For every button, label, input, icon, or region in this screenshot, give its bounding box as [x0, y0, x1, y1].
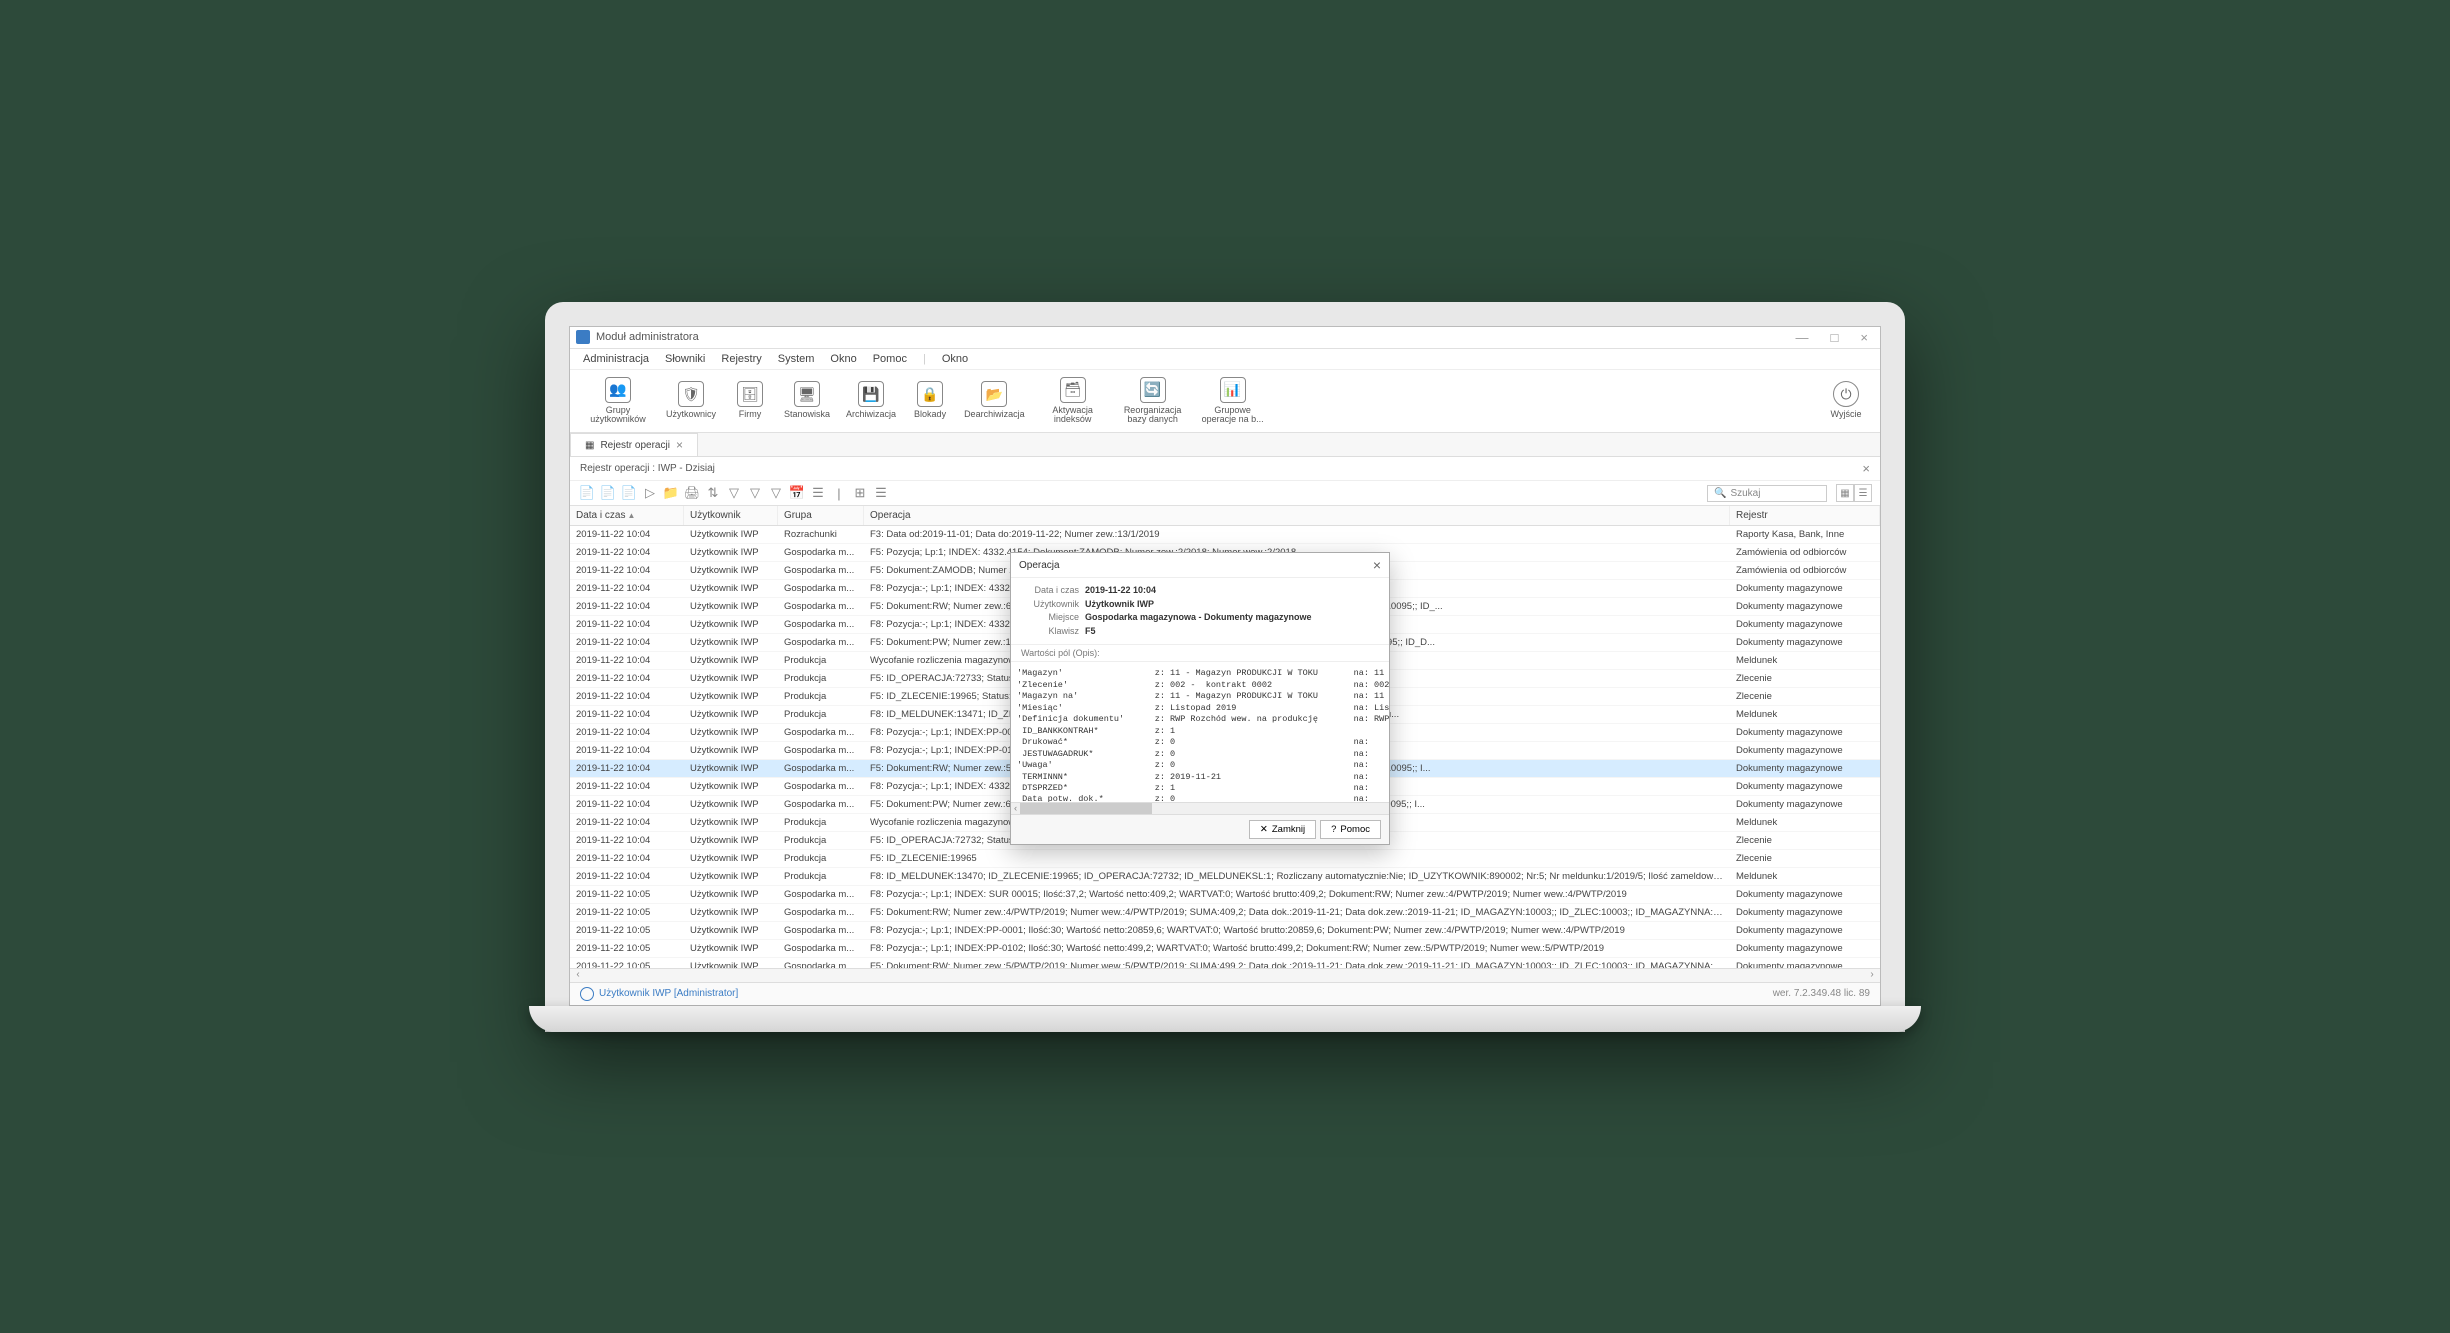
- view-grid-icon[interactable]: ▦: [1836, 484, 1854, 502]
- user-icon: [580, 987, 594, 1001]
- app-icon: [576, 330, 590, 344]
- search-input[interactable]: 🔍 Szukaj: [1707, 485, 1827, 502]
- calendar-icon[interactable]: 📅: [788, 484, 806, 502]
- toolbar-blokady[interactable]: 🔒Blokady: [904, 378, 956, 423]
- table-row[interactable]: 2019-11-22 10:05Użytkownik IWPGospodarka…: [570, 940, 1880, 958]
- page-icon[interactable]: 📄: [620, 484, 638, 502]
- firmy-icon: 🗄: [737, 381, 763, 407]
- tab-strip: ▦ Rejestr operacji ×: [570, 433, 1880, 457]
- search-icon: 🔍: [1714, 488, 1726, 499]
- table-row[interactable]: 2019-11-22 10:05Użytkownik IWPGospodarka…: [570, 886, 1880, 904]
- popup-help-button[interactable]: ?Pomoc: [1320, 820, 1381, 839]
- menu-słowniki[interactable]: Słowniki: [658, 351, 712, 367]
- tab-close-icon[interactable]: ×: [676, 438, 683, 452]
- power-icon: ⏻: [1833, 381, 1859, 407]
- popup-scrollbar[interactable]: ‹: [1011, 802, 1389, 814]
- popup-close-icon[interactable]: ×: [1373, 557, 1381, 573]
- stanowiska-icon: 🖥: [794, 381, 820, 407]
- new-icon[interactable]: 📄: [578, 484, 596, 502]
- laptop-base: [529, 1006, 1921, 1032]
- statusbar: Użytkownik IWP [Administrator] wer. 7.2.…: [570, 982, 1880, 1005]
- popup-title: Operacja: [1019, 560, 1060, 571]
- table-row[interactable]: 2019-11-22 10:05Użytkownik IWPGospodarka…: [570, 904, 1880, 922]
- menu-rejestry[interactable]: Rejestry: [714, 351, 768, 367]
- app-window: Moduł administratora — □ × Administracja…: [569, 326, 1881, 1006]
- blokady-icon: 🔒: [917, 381, 943, 407]
- toolbar-grupowe-operacje-na-b-[interactable]: 📊Grupowe operacje na b...: [1193, 374, 1273, 429]
- col-operation[interactable]: Operacja: [864, 506, 1730, 525]
- menubar: AdministracjaSłownikiRejestrySystemOknoP…: [570, 349, 1880, 370]
- table-row[interactable]: 2019-11-22 10:05Użytkownik IWPGospodarka…: [570, 958, 1880, 967]
- grid-header: Data i czas▲ Użytkownik Grupa Operacja R…: [570, 506, 1880, 526]
- stack-icon[interactable]: ☰: [809, 484, 827, 502]
- filter-icon[interactable]: ▽: [725, 484, 743, 502]
- search-placeholder: Szukaj: [1730, 488, 1760, 499]
- table-icon[interactable]: ⊞: [851, 484, 869, 502]
- toolbar-u-ytkownicy[interactable]: 🛡Użytkownicy: [658, 378, 724, 423]
- horizontal-scrollbar[interactable]: ‹›: [570, 968, 1880, 982]
- u-ytkownicy-icon: 🛡: [678, 381, 704, 407]
- data-grid: Data i czas▲ Użytkownik Grupa Operacja R…: [570, 506, 1880, 967]
- breadcrumb-close-icon[interactable]: ×: [1862, 461, 1870, 476]
- popup-subtitle: Wartości pól (Opis):: [1011, 644, 1389, 662]
- folder-icon[interactable]: 📁: [662, 484, 680, 502]
- list-icon[interactable]: ☰: [872, 484, 890, 502]
- window-title: Moduł administratora: [596, 331, 1790, 343]
- aktywacja-indeks-w-icon: 🗃: [1060, 377, 1086, 403]
- menu-system[interactable]: System: [771, 351, 822, 367]
- exit-button[interactable]: ⏻ Wyjście: [1820, 378, 1872, 423]
- grid-icon: ▦: [585, 440, 594, 451]
- breadcrumb-text: Rejestr operacji : IWP - Dzisiaj: [580, 463, 715, 474]
- popup-close-button[interactable]: ✕Zamknij: [1249, 820, 1316, 839]
- menu-administracja[interactable]: Administracja: [576, 351, 656, 367]
- grupy-u-ytkownik-w-icon: 👥: [605, 377, 631, 403]
- col-datetime[interactable]: Data i czas▲: [570, 506, 684, 525]
- close-button[interactable]: ×: [1854, 330, 1874, 345]
- filter-clear-icon[interactable]: ▽: [767, 484, 785, 502]
- toolbar-stanowiska[interactable]: 🖥Stanowiska: [776, 378, 838, 423]
- maximize-button[interactable]: □: [1825, 330, 1845, 345]
- view-list-icon[interactable]: ☰: [1854, 484, 1872, 502]
- tab-rejestr-operacji[interactable]: ▦ Rejestr operacji ×: [570, 433, 698, 456]
- tab-label: Rejestr operacji: [600, 440, 669, 451]
- separator-icon: |: [830, 484, 848, 502]
- dearchiwizacja-icon: 📂: [981, 381, 1007, 407]
- toolbar-reorganizacja-bazy-danych[interactable]: 🔄Reorganizacja bazy danych: [1113, 374, 1193, 429]
- status-version: wer. 7.2.349.48 lic. 89: [1773, 988, 1870, 999]
- toolbar-archiwizacja[interactable]: 💾Archiwizacja: [838, 378, 904, 423]
- print-icon[interactable]: 🖨: [683, 484, 701, 502]
- laptop-frame: Moduł administratora — □ × Administracja…: [545, 302, 1905, 1032]
- sort-icon[interactable]: ⇅: [704, 484, 722, 502]
- toolbar-firmy[interactable]: 🗄Firmy: [724, 378, 776, 423]
- help-icon: ?: [1331, 824, 1336, 835]
- archiwizacja-icon: 💾: [858, 381, 884, 407]
- col-user[interactable]: Użytkownik: [684, 506, 778, 525]
- toolbar-aktywacja-indeks-w[interactable]: 🗃Aktywacja indeksów: [1033, 374, 1113, 429]
- menu-okno[interactable]: Okno: [823, 351, 863, 367]
- col-group[interactable]: Grupa: [778, 506, 864, 525]
- minimize-button[interactable]: —: [1790, 330, 1815, 345]
- main-toolbar: 👥Grupy użytkowników🛡Użytkownicy🗄Firmy🖥St…: [570, 370, 1880, 434]
- close-icon: ✕: [1260, 824, 1268, 835]
- table-row[interactable]: 2019-11-22 10:04Użytkownik IWPRozrachunk…: [570, 526, 1880, 544]
- table-row[interactable]: 2019-11-22 10:04Użytkownik IWPProdukcjaF…: [570, 850, 1880, 868]
- menu-pomoc[interactable]: Pomoc: [866, 351, 914, 367]
- breadcrumb: Rejestr operacji : IWP - Dzisiaj ×: [570, 457, 1880, 481]
- filter2-icon[interactable]: ▽: [746, 484, 764, 502]
- reorganizacja-bazy-danych-icon: 🔄: [1140, 377, 1166, 403]
- col-register[interactable]: Rejestr: [1730, 506, 1880, 525]
- table-row[interactable]: 2019-11-22 10:05Użytkownik IWPGospodarka…: [570, 922, 1880, 940]
- toolbar-dearchiwizacja[interactable]: 📂Dearchiwizacja: [956, 378, 1033, 423]
- titlebar: Moduł administratora — □ ×: [570, 327, 1880, 349]
- copy-icon[interactable]: 📄: [599, 484, 617, 502]
- action-toolbar: 📄 📄 📄 ▷ 📁 🖨 ⇅ ▽ ▽ ▽ 📅 ☰ | ⊞ ☰ 🔍 Szukaj ▦…: [570, 481, 1880, 506]
- popup-content: 'Magazyn' z: 11 - Magazyn PRODUKCJI W TO…: [1011, 662, 1389, 802]
- operation-popup: Operacja × Data i czas2019-11-22 10:04 U…: [1010, 552, 1390, 845]
- status-user: Użytkownik IWP [Administrator]: [599, 988, 738, 999]
- play-icon[interactable]: ▷: [641, 484, 659, 502]
- toolbar-grupy-u-ytkownik-w[interactable]: 👥Grupy użytkowników: [578, 374, 658, 429]
- grupowe-operacje-na-b--icon: 📊: [1220, 377, 1246, 403]
- table-row[interactable]: 2019-11-22 10:04Użytkownik IWPProdukcjaF…: [570, 868, 1880, 886]
- menu-okno[interactable]: Okno: [935, 351, 975, 367]
